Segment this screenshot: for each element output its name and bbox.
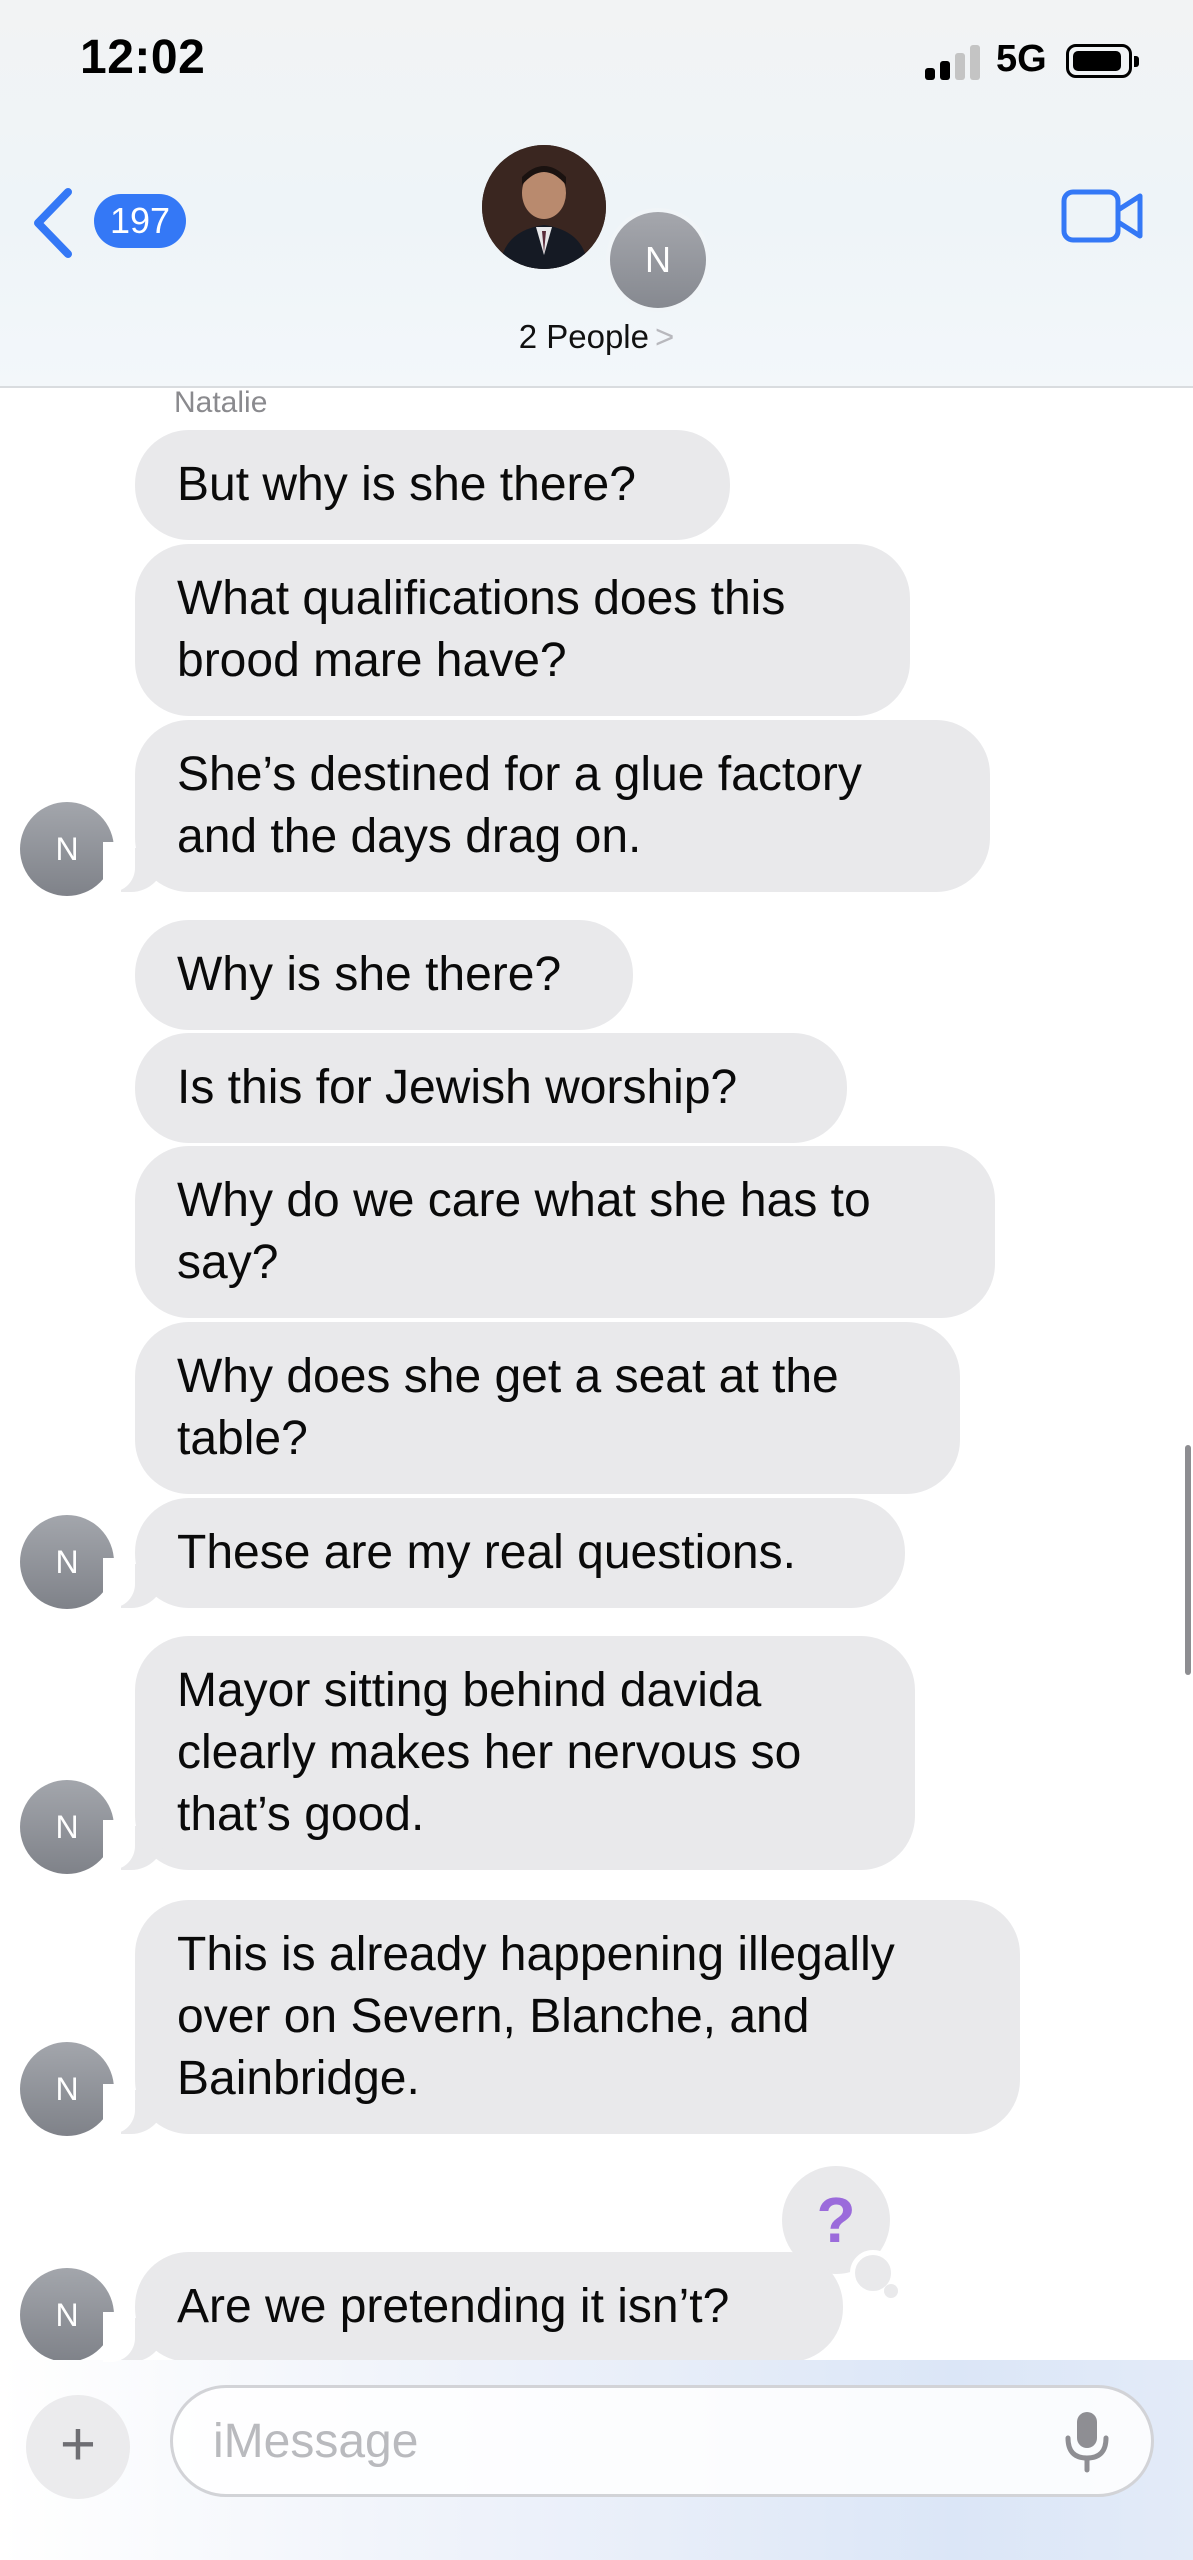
scrollbar[interactable] — [1185, 1445, 1191, 1675]
message-bubble[interactable]: But why is she there? — [135, 430, 730, 540]
contact-avatar[interactable]: N — [20, 2042, 114, 2136]
facetime-button[interactable] — [1060, 186, 1146, 246]
message-bubble[interactable]: Are we pretending it isn’t? — [103, 2252, 843, 2362]
contact-avatar[interactable]: N — [20, 1515, 114, 1609]
status-bar: 12:02 5G — [0, 0, 1193, 130]
message-bubble[interactable]: What qualifications does this brood mare… — [135, 544, 910, 716]
mic-button[interactable] — [1060, 2408, 1114, 2474]
message-bubble[interactable]: These are my real questions. — [103, 1498, 905, 1608]
status-time: 12:02 — [80, 31, 206, 84]
message-bubble[interactable]: She’s destined for a glue factory and th… — [103, 720, 990, 892]
contact-avatar[interactable]: N — [20, 2268, 114, 2362]
message-input[interactable] — [170, 2385, 1154, 2497]
contact-avatar[interactable]: N — [20, 1780, 114, 1874]
battery-icon — [1066, 44, 1139, 78]
message-bubble[interactable]: This is already happening illegally over… — [103, 1900, 1020, 2134]
video-camera-icon — [1061, 189, 1143, 243]
message-bubble[interactable]: Why is she there? — [135, 920, 633, 1030]
group-name[interactable]: 2 People > — [0, 318, 1193, 356]
group-name-label: 2 People — [518, 318, 649, 355]
message-bubble[interactable]: Is this for Jewish worship? — [135, 1033, 847, 1143]
cellular-signal-icon — [925, 44, 983, 80]
message-bubble[interactable]: Why does she get a seat at the table? — [135, 1322, 960, 1494]
network-label: 5G — [996, 38, 1047, 80]
chevron-left-icon — [34, 188, 72, 258]
back-button[interactable]: 197 — [28, 182, 198, 262]
contact-photo-avatar[interactable] — [482, 145, 606, 269]
tapback-tail-dot — [884, 2284, 898, 2298]
sender-name: Natalie — [174, 386, 268, 419]
microphone-icon — [1065, 2412, 1109, 2473]
conversation-header: 12:02 5G 197 N 2 People > — [0, 0, 1193, 388]
message-bubble[interactable]: Mayor sitting behind davida clearly make… — [103, 1636, 915, 1870]
message-bubble[interactable]: Why do we care what she has to say? — [135, 1146, 995, 1318]
contact-avatar[interactable]: N — [20, 802, 114, 896]
group-member-avatar[interactable]: N — [606, 208, 710, 312]
person-photo-icon — [482, 145, 606, 269]
chevron-right-icon: > — [655, 318, 675, 355]
plus-icon[interactable]: + — [26, 2395, 130, 2499]
unread-count-badge: 197 — [94, 194, 186, 248]
